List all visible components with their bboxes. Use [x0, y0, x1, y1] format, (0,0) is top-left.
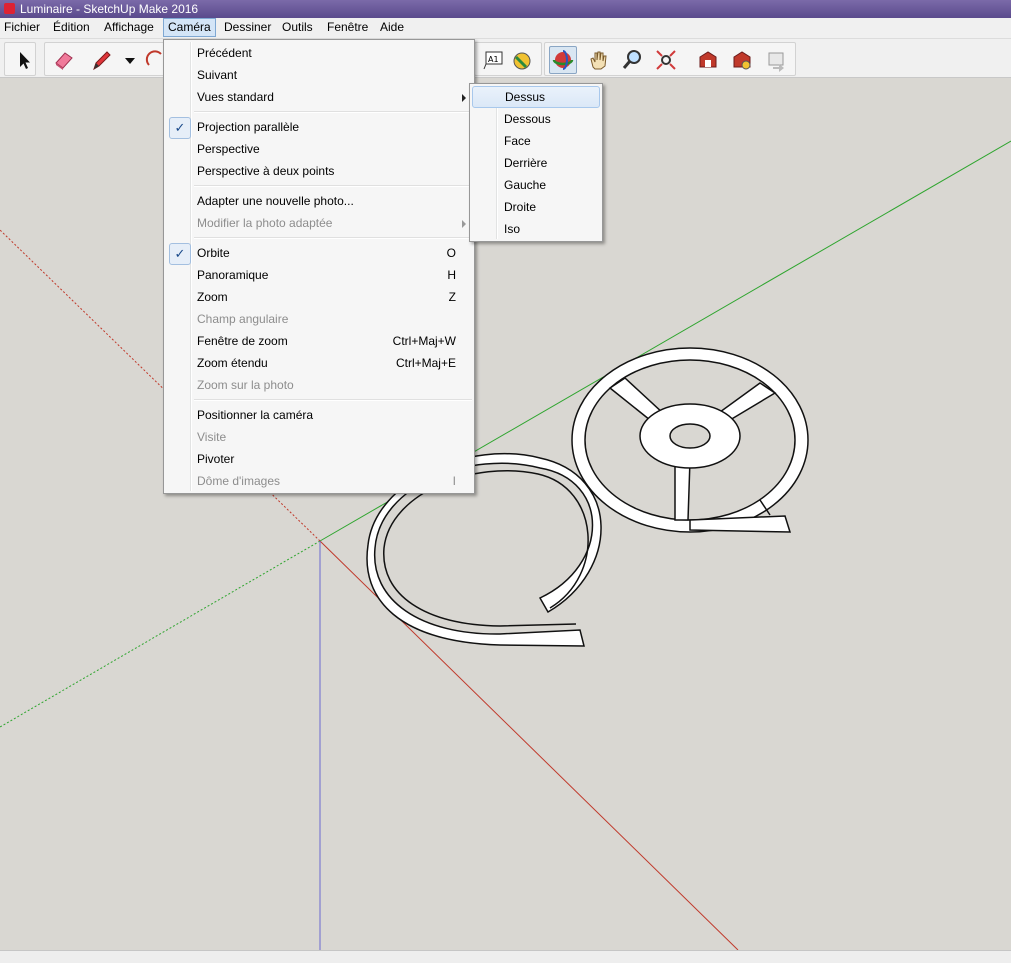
view-derriere[interactable]: Derrière	[472, 152, 600, 174]
checkmark-icon: ✓	[169, 243, 191, 265]
view-face[interactable]: Face	[472, 130, 600, 152]
menu-separator	[194, 185, 472, 187]
menu-item-suivant[interactable]: Suivant	[166, 64, 472, 86]
menu-separator	[194, 111, 472, 113]
menu-item-vues-standard[interactable]: Vues standard	[166, 86, 472, 108]
menu-item-zoom[interactable]: Zoom Z	[166, 286, 472, 308]
menu-affichage[interactable]: Affichage	[100, 19, 158, 36]
orbit-icon[interactable]	[549, 46, 577, 74]
window-title: Luminaire - SketchUp Make 2016	[20, 2, 199, 16]
menu-item-precedent[interactable]: Précédent	[166, 42, 472, 64]
view-dessous[interactable]: Dessous	[472, 108, 600, 130]
menu-item-fenetre-zoom[interactable]: Fenêtre de zoom Ctrl+Maj+W	[166, 330, 472, 352]
share-icon[interactable]	[763, 47, 789, 73]
menu-item-modifier-photo: Modifier la photo adaptée	[166, 212, 472, 234]
menu-fichier[interactable]: Fichier	[0, 19, 44, 36]
text-icon[interactable]: A1	[479, 47, 505, 73]
view-droite[interactable]: Droite	[472, 196, 600, 218]
menu-item-perspective[interactable]: Perspective	[166, 138, 472, 160]
menu-item-champ-angulaire: Champ angulaire	[197, 312, 289, 326]
menu-item-perspective-deux-points[interactable]: Perspective à deux points	[166, 160, 472, 182]
menu-item-projection-parallele[interactable]: ✓ Projection parallèle	[166, 116, 472, 139]
checkmark-icon: ✓	[169, 117, 191, 139]
standard-views-submenu: Dessus Dessous Face Derrière Gauche Droi…	[469, 83, 603, 242]
status-bar	[0, 950, 1011, 963]
zoom-extents-icon[interactable]	[653, 47, 679, 73]
menu-bar: Fichier Édition Affichage Caméra Dessine…	[0, 18, 1011, 39]
menu-item-positionner-camera[interactable]: Positionner la caméra	[166, 404, 472, 426]
tool-group-draw	[44, 42, 170, 76]
menu-camera[interactable]: Caméra	[163, 18, 216, 37]
zoom-icon[interactable]	[619, 47, 645, 73]
view-dessus[interactable]: Dessus	[472, 86, 600, 108]
menu-fenetre[interactable]: Fenêtre	[323, 19, 372, 36]
menu-separator	[194, 237, 472, 239]
menu-item-zoom-photo: Zoom sur la photo	[197, 378, 294, 392]
dropdown-arrow-icon[interactable]	[117, 47, 135, 73]
toolbar: A1	[0, 39, 1011, 78]
menu-item-visite: Visite	[197, 430, 227, 444]
menu-item-panoramique[interactable]: Panoramique H	[166, 264, 472, 286]
tool-group-camera	[544, 42, 796, 76]
view-gauche[interactable]: Gauche	[472, 174, 600, 196]
view-iso[interactable]: Iso	[472, 218, 600, 240]
camera-menu: Précédent Suivant Vues standard ✓ Project…	[163, 39, 475, 494]
warehouse-icon[interactable]	[695, 47, 721, 73]
pan-hand-icon[interactable]	[585, 47, 611, 73]
menu-outils[interactable]: Outils	[278, 19, 317, 36]
extension-icon[interactable]	[729, 47, 755, 73]
select-icon[interactable]	[11, 47, 37, 73]
menu-separator	[194, 399, 472, 401]
menu-dessiner[interactable]: Dessiner	[220, 19, 275, 36]
eraser-icon[interactable]	[51, 47, 77, 73]
green-axis-negative	[0, 540, 321, 728]
pencil-icon[interactable]	[89, 47, 115, 73]
text-tool-label: A1	[488, 55, 499, 64]
menu-item-adapter-photo[interactable]: Adapter une nouvelle photo...	[166, 190, 472, 212]
menu-item-zoom-etendu[interactable]: Zoom étendu Ctrl+Maj+E	[166, 352, 472, 374]
menu-aide[interactable]: Aide	[376, 19, 408, 36]
sketchup-app-icon	[4, 3, 15, 14]
submenu-arrow-icon	[462, 94, 466, 102]
tool-group-select	[4, 42, 36, 76]
menu-item-orbite[interactable]: ✓ Orbite O	[166, 242, 472, 265]
wheel-model-right	[571, 347, 809, 533]
paint-bucket-icon[interactable]	[509, 47, 535, 73]
title-bar: Luminaire - SketchUp Make 2016	[0, 0, 1011, 18]
menu-item-dome-images: Dôme d'images I	[197, 474, 456, 488]
submenu-arrow-icon	[462, 220, 466, 228]
menu-edition[interactable]: Édition	[49, 19, 94, 36]
menu-item-pivoter[interactable]: Pivoter	[166, 448, 472, 470]
tool-group-construction: A1	[474, 42, 542, 76]
